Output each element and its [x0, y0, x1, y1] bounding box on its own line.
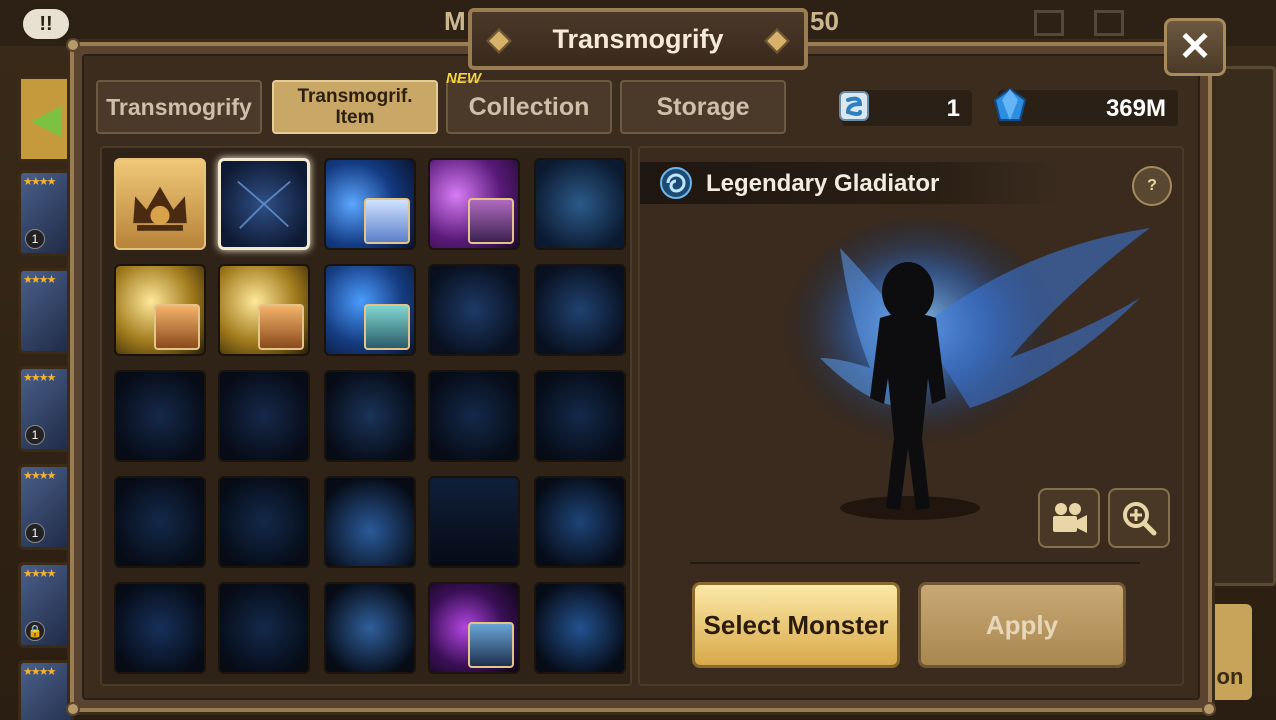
close-icon: ✕ [1178, 25, 1212, 69]
video-camera-icon [1053, 503, 1087, 533]
transmog-item[interactable] [534, 476, 626, 568]
transmog-item[interactable] [428, 264, 520, 356]
close-button[interactable]: ✕ [1164, 18, 1226, 76]
transmog-item[interactable] [534, 582, 626, 674]
level-badge: 1 [25, 523, 45, 543]
item-name: Legendary Gladiator [706, 170, 940, 197]
transmog-item[interactable] [218, 370, 310, 462]
tab-label: Transmogrify [106, 93, 252, 120]
item-name-bar: Legendary Gladiator [640, 162, 1060, 204]
background-title-right: 50 [810, 6, 839, 36]
lock-icon: 🔒 [25, 621, 45, 641]
tab-label: Transmogrif. Item [297, 86, 413, 128]
transmog-item[interactable] [114, 476, 206, 568]
monster-portrait-icon [364, 198, 410, 244]
transmog-item-special[interactable] [114, 158, 206, 250]
tab-collection[interactable]: NEW Collection [446, 70, 612, 134]
detail-divider [690, 562, 1140, 564]
background-title-left: M [444, 6, 466, 36]
monster-card[interactable]: ★★★★ [18, 268, 74, 354]
transmog-item[interactable] [534, 158, 626, 250]
select-monster-label: Select Monster [703, 609, 889, 640]
background-right-button-label: on [1216, 664, 1244, 689]
transmog-item[interactable] [218, 476, 310, 568]
monster-portrait-icon [468, 622, 514, 668]
transmog-item[interactable] [324, 582, 416, 674]
tab-label: Storage [656, 92, 750, 121]
modal-title-plate: Transmogrify [468, 8, 808, 70]
tab-label: Collection [468, 92, 590, 121]
zoom-in-icon [1123, 502, 1157, 536]
background-monster-list: ◀ ★★★★ 1 ★★★★ ★★★★ 1 ★★★★ 1 ★★★★ 🔒 ★★★★ [14, 70, 74, 720]
video-preview-button[interactable] [1038, 488, 1100, 548]
new-badge: NEW [446, 70, 481, 87]
apply-label: Apply [985, 609, 1059, 640]
chat-bubble-icon[interactable]: !! [20, 6, 72, 42]
transmog-item[interactable] [324, 476, 416, 568]
scroll-count: 1 [946, 95, 960, 122]
scroll-currency: 1 [839, 90, 972, 126]
transmog-item[interactable] [534, 264, 626, 356]
transmog-item-selected[interactable] [218, 158, 310, 250]
transmog-detail-panel: Legendary Gladiator ? Select Monster App… [638, 146, 1184, 686]
monster-card[interactable]: ★★★★ 🔒 [18, 562, 74, 648]
corner-ornament [66, 38, 80, 52]
transmog-item[interactable] [428, 370, 520, 462]
transmog-item[interactable] [428, 582, 520, 674]
monster-card[interactable]: ★★★★ 1 [18, 464, 74, 550]
stars: ★★★★ [23, 470, 56, 482]
background-right-button[interactable]: on [1208, 604, 1252, 700]
monster-card[interactable]: ★★★★ 1 [18, 170, 74, 256]
transmog-swirl-icon [660, 167, 692, 199]
title-diamond-ornament [486, 28, 512, 54]
transmog-item[interactable] [114, 370, 206, 462]
transmog-item[interactable] [218, 264, 310, 356]
monster-portrait-icon [468, 198, 514, 244]
modal-title: Transmogrify [552, 23, 724, 54]
help-icon: ? [1147, 177, 1157, 194]
transmog-item[interactable] [324, 158, 416, 250]
crystal-amount: 369M [1105, 95, 1166, 122]
transmog-item[interactable] [428, 158, 520, 250]
transmog-item[interactable] [114, 264, 206, 356]
apply-button[interactable]: Apply [918, 582, 1126, 668]
stars: ★★★★ [23, 568, 56, 580]
transmog-item[interactable] [324, 264, 416, 356]
monster-portrait-icon [154, 304, 200, 350]
tab-storage[interactable]: Storage [620, 80, 786, 134]
select-monster-button[interactable]: Select Monster [692, 582, 900, 668]
grid-view-icon-alt[interactable] [1094, 10, 1124, 36]
transmog-item[interactable] [218, 582, 310, 674]
transmog-item[interactable] [534, 370, 626, 462]
transmog-item-grid [100, 146, 632, 686]
ground-shadow [840, 496, 980, 520]
level-badge: 1 [25, 425, 45, 445]
monster-portrait-icon [258, 304, 304, 350]
stars: ★★★★ [23, 666, 56, 678]
title-diamond-ornament [764, 28, 790, 54]
back-arrow-icon[interactable]: ◀ [18, 76, 74, 162]
transmog-scroll-icon [839, 91, 869, 121]
tab-transmogrify-item[interactable]: Transmogrif. Item [272, 80, 438, 134]
zoom-button[interactable] [1108, 488, 1170, 548]
monster-portrait-icon [364, 304, 410, 350]
crown-frame-icon [133, 186, 187, 231]
grid-view-icon[interactable] [1034, 10, 1064, 36]
help-gift-button[interactable]: ? [1132, 166, 1172, 206]
corner-ornament [1202, 702, 1216, 716]
tab-transmogrify[interactable]: Transmogrify [96, 80, 262, 134]
background-right-panel [1212, 66, 1276, 586]
level-badge: 1 [25, 229, 45, 249]
corner-ornament [66, 702, 80, 716]
transmog-item[interactable] [324, 370, 416, 462]
transmog-item[interactable] [428, 476, 520, 568]
blue-wing-effect-icon [237, 180, 291, 229]
transmog-item[interactable] [114, 582, 206, 674]
crystal-icon [993, 87, 1027, 121]
crystal-currency: 369M [993, 87, 1178, 126]
monster-card[interactable]: ★★★★ 1 [18, 366, 74, 452]
stars: ★★★★ [23, 274, 56, 286]
stars: ★★★★ [23, 372, 56, 384]
stars: ★★★★ [23, 176, 56, 188]
